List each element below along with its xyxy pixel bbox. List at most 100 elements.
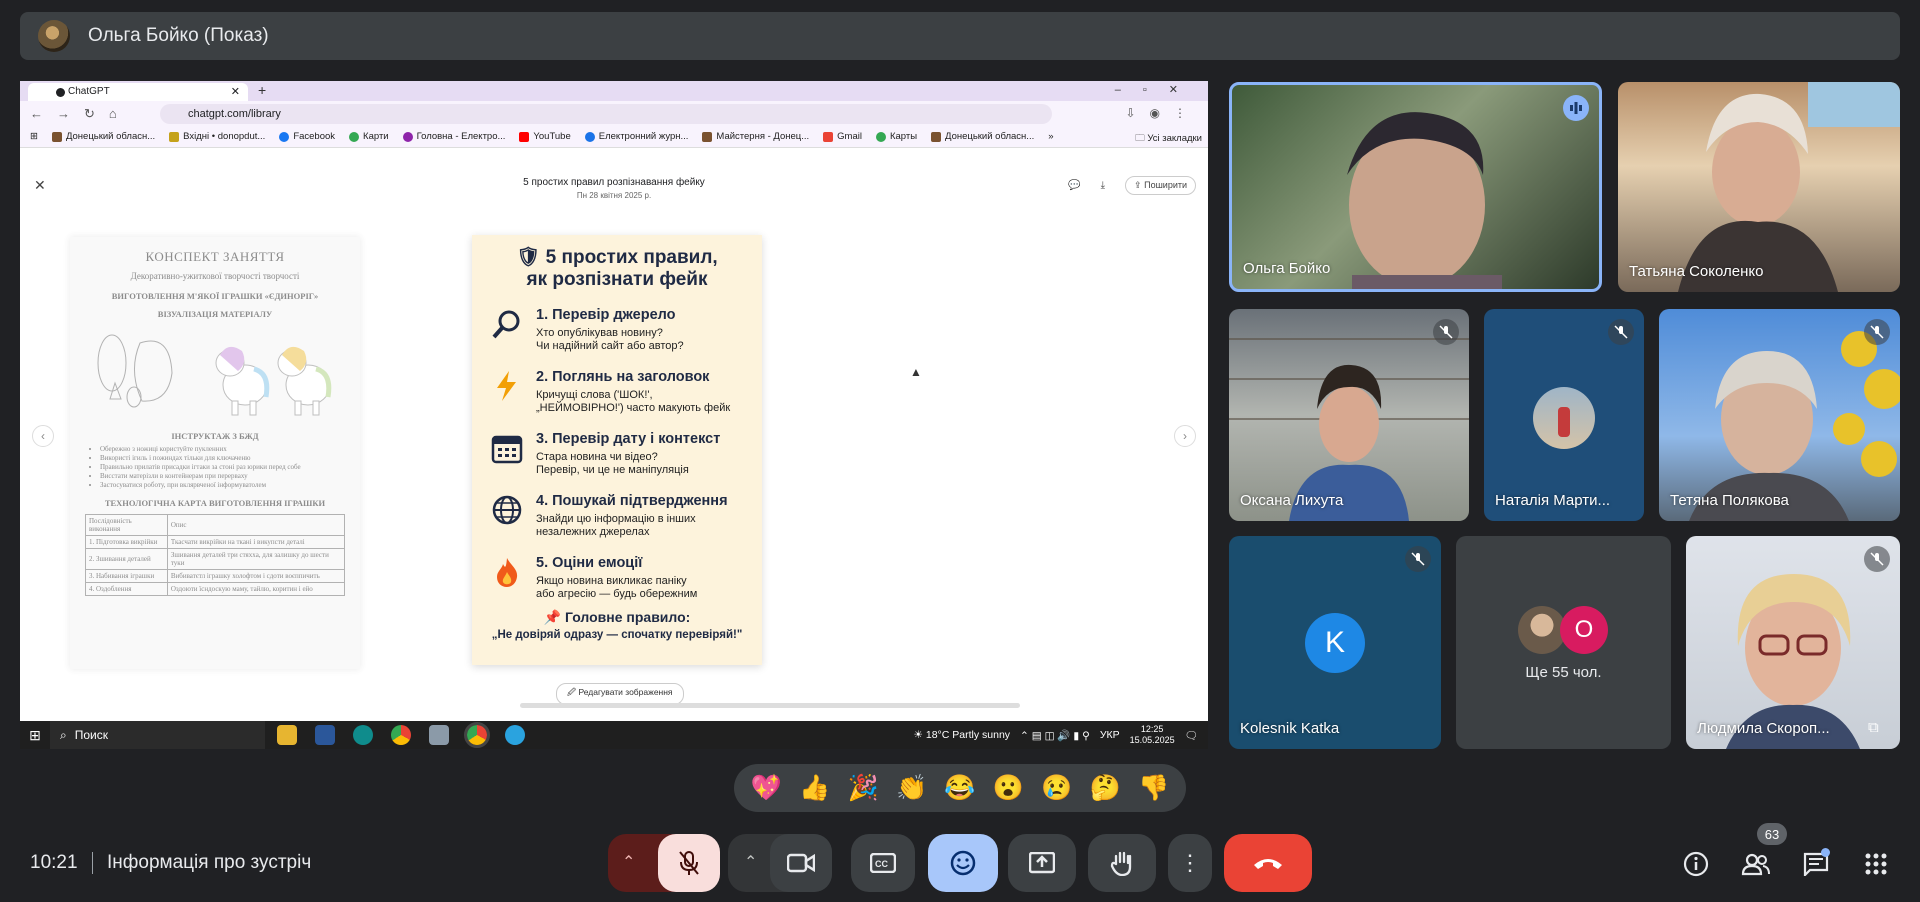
reaction-party[interactable]: 🎉 — [848, 774, 879, 803]
telegram-icon[interactable] — [505, 725, 525, 745]
table-cell: Оздоюти їсндоскую маму, тайлю, коритин і… — [166, 582, 346, 596]
browser-tab[interactable]: ChatGPT ✕ — [28, 83, 248, 101]
participant-name: Наталія Марти... — [1495, 492, 1611, 509]
participant-name: Ольга Бойко — [1243, 260, 1331, 277]
download-icon[interactable]: ⤓ — [1101, 180, 1105, 191]
avatar-initial: K — [1305, 613, 1365, 673]
mic-options-chevron-icon[interactable]: ⌃ — [622, 852, 635, 872]
picture-in-picture-icon[interactable]: ⧉ — [1868, 719, 1890, 737]
speaking-indicator-icon — [1563, 95, 1589, 121]
app-icon[interactable] — [429, 725, 449, 745]
reaction-thumbs-down[interactable]: 👎 — [1138, 774, 1169, 803]
chat-button[interactable] — [1800, 848, 1832, 880]
comment-icon[interactable]: 💬 — [1068, 180, 1080, 191]
chatgpt-icon — [56, 88, 65, 97]
end-call-icon — [1254, 859, 1282, 869]
calendar-icon — [490, 431, 524, 465]
table-row: 1. Підготовка викрійки Ткасчати викрійки … — [85, 535, 346, 549]
mic-off-icon — [679, 851, 699, 875]
people-button[interactable] — [1740, 848, 1772, 880]
bookmarks-more[interactable]: » — [1048, 131, 1053, 142]
rule-desc: Знайди цю інформацію в інших незалежних д… — [536, 513, 696, 538]
notifications-icon[interactable]: 🗨 — [1185, 729, 1198, 742]
present-icon — [1029, 852, 1055, 874]
weather[interactable]: ☀ 18°C Partly sunny — [914, 729, 1011, 741]
tray-icons[interactable]: ⌃ ▤ ◫ 🔊 ▮ ⚲ — [1020, 729, 1090, 742]
bookmark-9[interactable]: Карты — [875, 131, 917, 142]
people-icon — [1741, 853, 1770, 876]
meeting-info[interactable]: Інформація про зустріч — [107, 852, 311, 874]
bookmark-8[interactable]: Gmail — [823, 131, 862, 142]
camera-toggle-button[interactable] — [770, 834, 832, 892]
next-image-button[interactable]: › — [1174, 425, 1196, 447]
window-controls[interactable]: –▫✕ — [1115, 83, 1200, 96]
edit-image-button[interactable]: 🖉 Редагувати зображення — [556, 683, 684, 705]
image-date: Пн 28 квітня 2025 р. — [576, 191, 652, 200]
participant-tile-natalia[interactable]: Наталія Марти... — [1484, 309, 1644, 521]
participant-tile-olha[interactable]: Ольга Бойко — [1229, 82, 1602, 292]
leave-call-button[interactable] — [1224, 834, 1312, 892]
raise-hand-button[interactable] — [1088, 834, 1156, 892]
mic-off-icon — [1864, 319, 1890, 345]
bookmark-1[interactable]: Вхідні • donopdut... — [169, 131, 265, 142]
taskbar-search[interactable]: ⌕ Поиск — [50, 721, 265, 749]
fake-rules-image[interactable]: 🛡 5 простих правил, як розпізнати фейк 1.… — [472, 235, 762, 665]
hand-icon — [1110, 851, 1132, 876]
horizontal-scrollbar[interactable] — [520, 703, 1020, 708]
participant-tile-tetiana[interactable]: Тетяна Полякова — [1659, 309, 1900, 521]
more-participants-tile[interactable]: O Ще 55 чол. — [1456, 536, 1671, 749]
camera-options-chevron-icon[interactable]: ⌃ — [744, 852, 757, 872]
reaction-surprised[interactable]: 😮 — [993, 774, 1024, 803]
bookmark-7[interactable]: Майстерня - Донец... — [702, 131, 809, 142]
reaction-thumbs-up[interactable]: 👍 — [799, 774, 830, 803]
bookmark-3[interactable]: Карти — [349, 131, 389, 142]
participant-tile-tatiana[interactable]: Татьяна Соколенко — [1618, 82, 1900, 292]
bookmark-6[interactable]: Електронний журн... — [584, 131, 688, 142]
more-options-button[interactable]: ⋮ — [1168, 834, 1212, 892]
all-bookmarks[interactable]: 🗀 Усі закладки — [1135, 131, 1202, 147]
nav-buttons[interactable]: ←→↻⌂ — [20, 106, 131, 122]
reaction-laugh[interactable]: 😂 — [944, 774, 975, 803]
share-button[interactable]: ⇪ Поширити — [1125, 176, 1196, 195]
bookmark-0[interactable]: Донецький обласн... — [51, 131, 155, 142]
doc-section-map: ТЕХНОЛОГІЧНА КАРТА ВИГОТОВЛЕННЯ ІГРАШКИ — [104, 498, 326, 508]
file-explorer-icon[interactable] — [277, 725, 297, 745]
bookmark-4[interactable]: Головна - Електро... — [402, 131, 505, 142]
url-text: chatgpt.com/library — [188, 108, 281, 120]
close-tab-icon[interactable]: ✕ — [231, 85, 240, 98]
bookmark-5[interactable]: YouTube — [519, 131, 571, 142]
participant-tile-liudmyla[interactable]: ⧉ Людмила Скороп... — [1686, 536, 1900, 749]
captions-button[interactable]: CC — [851, 834, 915, 892]
prev-image-button[interactable]: ‹ — [32, 425, 54, 447]
mic-off-icon — [1608, 319, 1634, 345]
browser-tools[interactable]: ⇩◉⋮ — [1125, 106, 1200, 120]
taskbar-clock[interactable]: 12:25 15.05.2025 — [1130, 724, 1175, 746]
reaction-sad[interactable]: 😢 — [1041, 774, 1072, 803]
reaction-heart[interactable]: 💖 — [751, 774, 782, 803]
present-screen-button[interactable] — [1008, 834, 1076, 892]
reaction-thinking[interactable]: 🤔 — [1090, 774, 1121, 803]
emoji-reactions-button[interactable] — [928, 834, 998, 892]
camera-control-group: ⌃ — [728, 834, 832, 892]
chrome-icon[interactable] — [391, 725, 411, 745]
rule-desc: Кричущі слова ('ШОК!', „НЕЙМОВІРНО!') час… — [536, 389, 731, 414]
mic-toggle-button[interactable] — [658, 834, 720, 892]
bookmark-2[interactable]: Facebook — [279, 131, 335, 142]
language-indicator[interactable]: УКР — [1100, 729, 1120, 741]
lesson-summary-image[interactable]: КОНСПЕКТ ЗАНЯТТЯ Декоративно-ужиткової т… — [70, 237, 360, 669]
word-icon[interactable] — [315, 725, 335, 745]
chrome-active-icon[interactable] — [464, 722, 490, 748]
apps-icon[interactable]: ⊞ — [30, 131, 38, 142]
bookmark-10[interactable]: Донецький обласн... — [931, 131, 1034, 142]
table-cell: 2. Зшивання деталей — [85, 548, 168, 570]
url-field[interactable]: chatgpt.com/library — [160, 104, 1052, 124]
activities-button[interactable] — [1860, 848, 1892, 880]
edge-icon[interactable] — [353, 725, 373, 745]
chat-unread-dot — [1821, 848, 1830, 857]
participant-tile-oksana[interactable]: Оксана Лихута — [1229, 309, 1469, 521]
participant-tile-kolesnik[interactable]: K Kolesnik Katka — [1229, 536, 1441, 749]
new-tab-button[interactable]: + — [258, 82, 266, 98]
meeting-details-button[interactable] — [1680, 848, 1712, 880]
windows-start-icon[interactable]: ⊞ — [20, 727, 50, 744]
reaction-clap[interactable]: 👏 — [896, 774, 927, 803]
